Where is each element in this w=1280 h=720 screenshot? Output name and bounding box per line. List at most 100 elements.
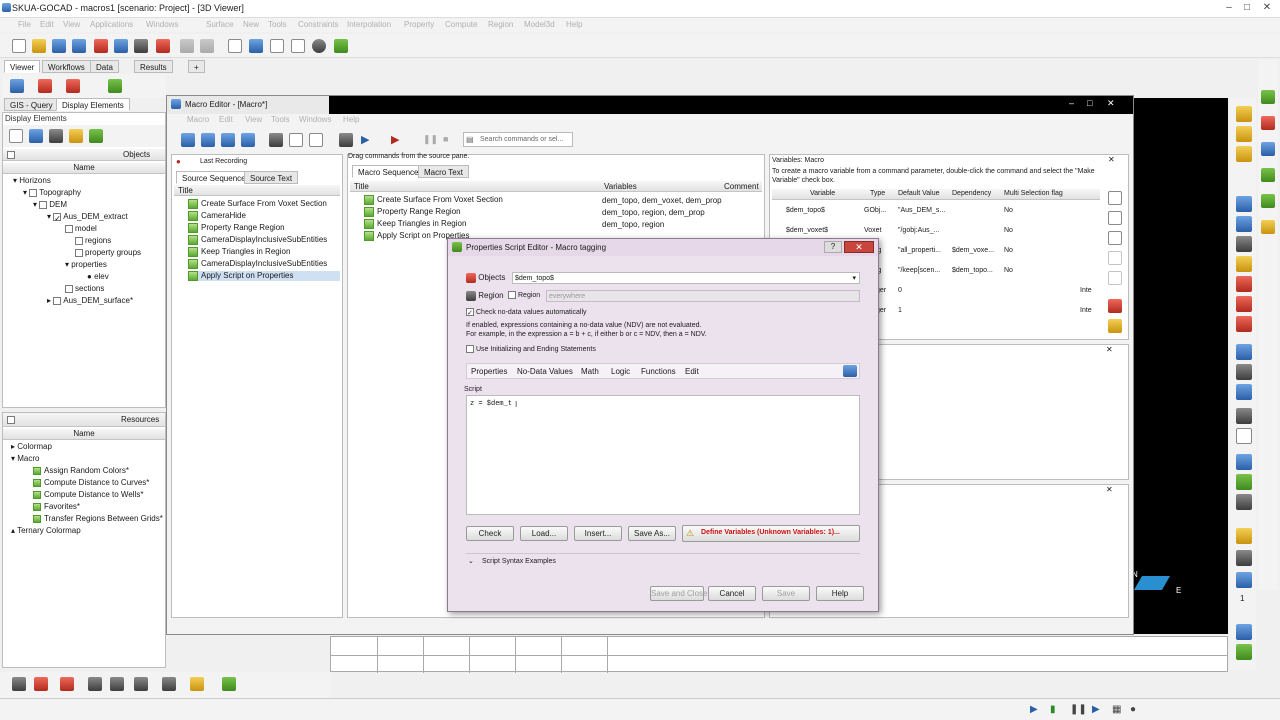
tree-item[interactable]: ▾ Horizons xyxy=(13,176,51,185)
var-cell[interactable]: GObj... xyxy=(864,207,886,214)
binoculars-icon[interactable] xyxy=(114,39,128,53)
resource-item[interactable]: ▴ Ternary Colormap xyxy=(11,526,81,535)
comments-close-icon[interactable]: ✕ xyxy=(1106,485,1113,494)
region-checkbox[interactable]: Region xyxy=(508,291,540,299)
tree-item[interactable]: sections xyxy=(65,284,104,293)
resource-item[interactable]: Favorites* xyxy=(33,502,80,511)
gear-icon[interactable] xyxy=(1236,344,1252,360)
save-icon[interactable] xyxy=(52,39,66,53)
menu-script-edit[interactable]: Edit xyxy=(685,367,699,376)
tree-item[interactable]: ▾ properties xyxy=(65,260,107,269)
macro-menu-view[interactable]: View xyxy=(245,115,262,124)
horizon-icon[interactable] xyxy=(69,129,83,143)
macro-menu-macro[interactable]: Macro xyxy=(187,115,209,124)
tree-item[interactable]: model xyxy=(65,224,97,233)
objects-toggle-checkbox[interactable] xyxy=(7,151,15,159)
histogram-icon[interactable] xyxy=(228,39,242,53)
crossplot-icon[interactable] xyxy=(249,39,263,53)
var-cell[interactable]: Inte xyxy=(1080,287,1092,294)
save-and-close-button[interactable]: Save and Close xyxy=(650,586,707,601)
menu-interpolation[interactable]: Interpolation xyxy=(347,20,391,29)
menu-file[interactable]: File xyxy=(18,20,31,29)
check-ndv-checkbox[interactable]: ✓ Check no-data values automatically xyxy=(466,308,587,317)
var-cell[interactable]: 1 xyxy=(898,307,902,314)
dialog-help-icon[interactable]: ? xyxy=(824,241,842,253)
var-cell[interactable]: No xyxy=(1004,247,1013,254)
points-icon[interactable] xyxy=(66,79,80,93)
insert-button[interactable]: Insert... xyxy=(574,526,622,541)
source-item-selected[interactable]: Apply Script on Properties xyxy=(188,271,340,281)
save-button[interactable]: Save xyxy=(762,586,810,601)
define-variables-button[interactable]: ⚠ Define Variables (Unknown Variables: 1… xyxy=(682,525,860,542)
pencil-red-icon[interactable] xyxy=(1108,299,1122,313)
select-rect-icon[interactable] xyxy=(12,677,26,691)
curve-plot-icon[interactable] xyxy=(291,39,305,53)
edit-icon[interactable] xyxy=(156,39,170,53)
menu-view[interactable]: View xyxy=(63,20,80,29)
flag-icon[interactable] xyxy=(1261,116,1275,130)
grid-status-icon[interactable]: ▦ xyxy=(1112,704,1121,715)
grid-object-icon[interactable] xyxy=(89,129,103,143)
menu-no-data-values[interactable]: No-Data Values xyxy=(517,367,573,376)
move-up-icon[interactable] xyxy=(1108,251,1122,265)
script-editor[interactable]: z = $dem_t I xyxy=(466,395,860,515)
tab-source-text[interactable]: Source Text xyxy=(244,171,299,184)
tab-results[interactable]: Results xyxy=(134,60,173,73)
red-box-icon[interactable] xyxy=(1236,316,1252,332)
macro-minimize-button[interactable]: – xyxy=(1069,98,1074,108)
var-cell[interactable]: 0 xyxy=(898,287,902,294)
run-icon[interactable]: ▶ xyxy=(361,133,369,146)
menu-functions[interactable]: Functions xyxy=(641,367,676,376)
var-cell[interactable]: "/keep[scen... xyxy=(898,267,940,274)
resource-item[interactable]: Compute Distance to Wells* xyxy=(33,490,143,499)
macro-settings-icon[interactable] xyxy=(339,133,353,147)
fault-icon[interactable] xyxy=(1261,220,1275,234)
macro-menu-help[interactable]: Help xyxy=(343,115,359,124)
play-icon[interactable]: ▶ xyxy=(1030,704,1038,715)
cut-icon[interactable] xyxy=(269,133,283,147)
var-cell[interactable]: $dem_voxet$ xyxy=(786,227,828,234)
red-select-icon[interactable] xyxy=(34,677,48,691)
delete-icon[interactable] xyxy=(94,39,108,53)
menu-region[interactable]: Region xyxy=(488,20,513,29)
source-item[interactable]: CameraHide xyxy=(188,211,246,221)
macro-new-icon[interactable] xyxy=(181,133,195,147)
resource-item[interactable]: ▸ Colormap xyxy=(11,442,52,451)
tab-macro-sequence[interactable]: Macro Sequence xyxy=(352,165,425,178)
menu-new[interactable]: New xyxy=(243,20,259,29)
macro-menu-tools[interactable]: Tools xyxy=(271,115,290,124)
star-icon[interactable] xyxy=(1261,90,1275,104)
resources-toggle-checkbox[interactable] xyxy=(7,416,15,424)
menu-properties[interactable]: Properties xyxy=(471,367,507,376)
var-cell[interactable]: $dem_voxe... xyxy=(952,247,994,254)
layers-icon[interactable] xyxy=(1236,384,1252,400)
step-icon[interactable]: ▶ xyxy=(1092,704,1100,715)
save-all-icon[interactable] xyxy=(72,39,86,53)
var-cell[interactable]: Voxet xyxy=(864,227,882,234)
macro-search-box[interactable]: ▤ Search commands or sel... xyxy=(463,132,573,147)
maximize-button[interactable]: □ xyxy=(1240,2,1254,14)
stop-macro-icon[interactable]: ■ xyxy=(443,134,448,144)
menu-applications[interactable]: Applications xyxy=(90,20,133,29)
dialog-close-button[interactable]: ✕ xyxy=(844,241,874,253)
copy-tool-icon[interactable] xyxy=(289,133,303,147)
var-cell[interactable]: Inte xyxy=(1080,307,1092,314)
scatter-icon[interactable] xyxy=(270,39,284,53)
open-folder-icon[interactable] xyxy=(32,39,46,53)
camera-snapshot-icon[interactable] xyxy=(1236,408,1252,424)
macro-save-icon[interactable] xyxy=(221,133,235,147)
macro-edit-icon[interactable] xyxy=(241,133,255,147)
tab-data[interactable]: Data xyxy=(90,60,119,73)
horizon-tool-icon[interactable] xyxy=(1261,168,1275,182)
paint-icon[interactable] xyxy=(1236,550,1252,566)
dot-icon[interactable]: ● xyxy=(1130,704,1136,715)
brush-icon[interactable] xyxy=(1108,319,1122,333)
menu-windows[interactable]: Windows xyxy=(146,20,178,29)
grid-icon[interactable] xyxy=(334,39,348,53)
menu-model3d[interactable]: Model3d xyxy=(524,20,555,29)
import-icon[interactable] xyxy=(1236,644,1252,660)
var-cell[interactable]: No xyxy=(1004,267,1013,274)
copy-icon[interactable] xyxy=(1236,428,1252,444)
tree-item[interactable]: ▾ ✓ Aus_DEM_extract xyxy=(47,212,128,223)
arrow-green-icon[interactable] xyxy=(222,677,236,691)
